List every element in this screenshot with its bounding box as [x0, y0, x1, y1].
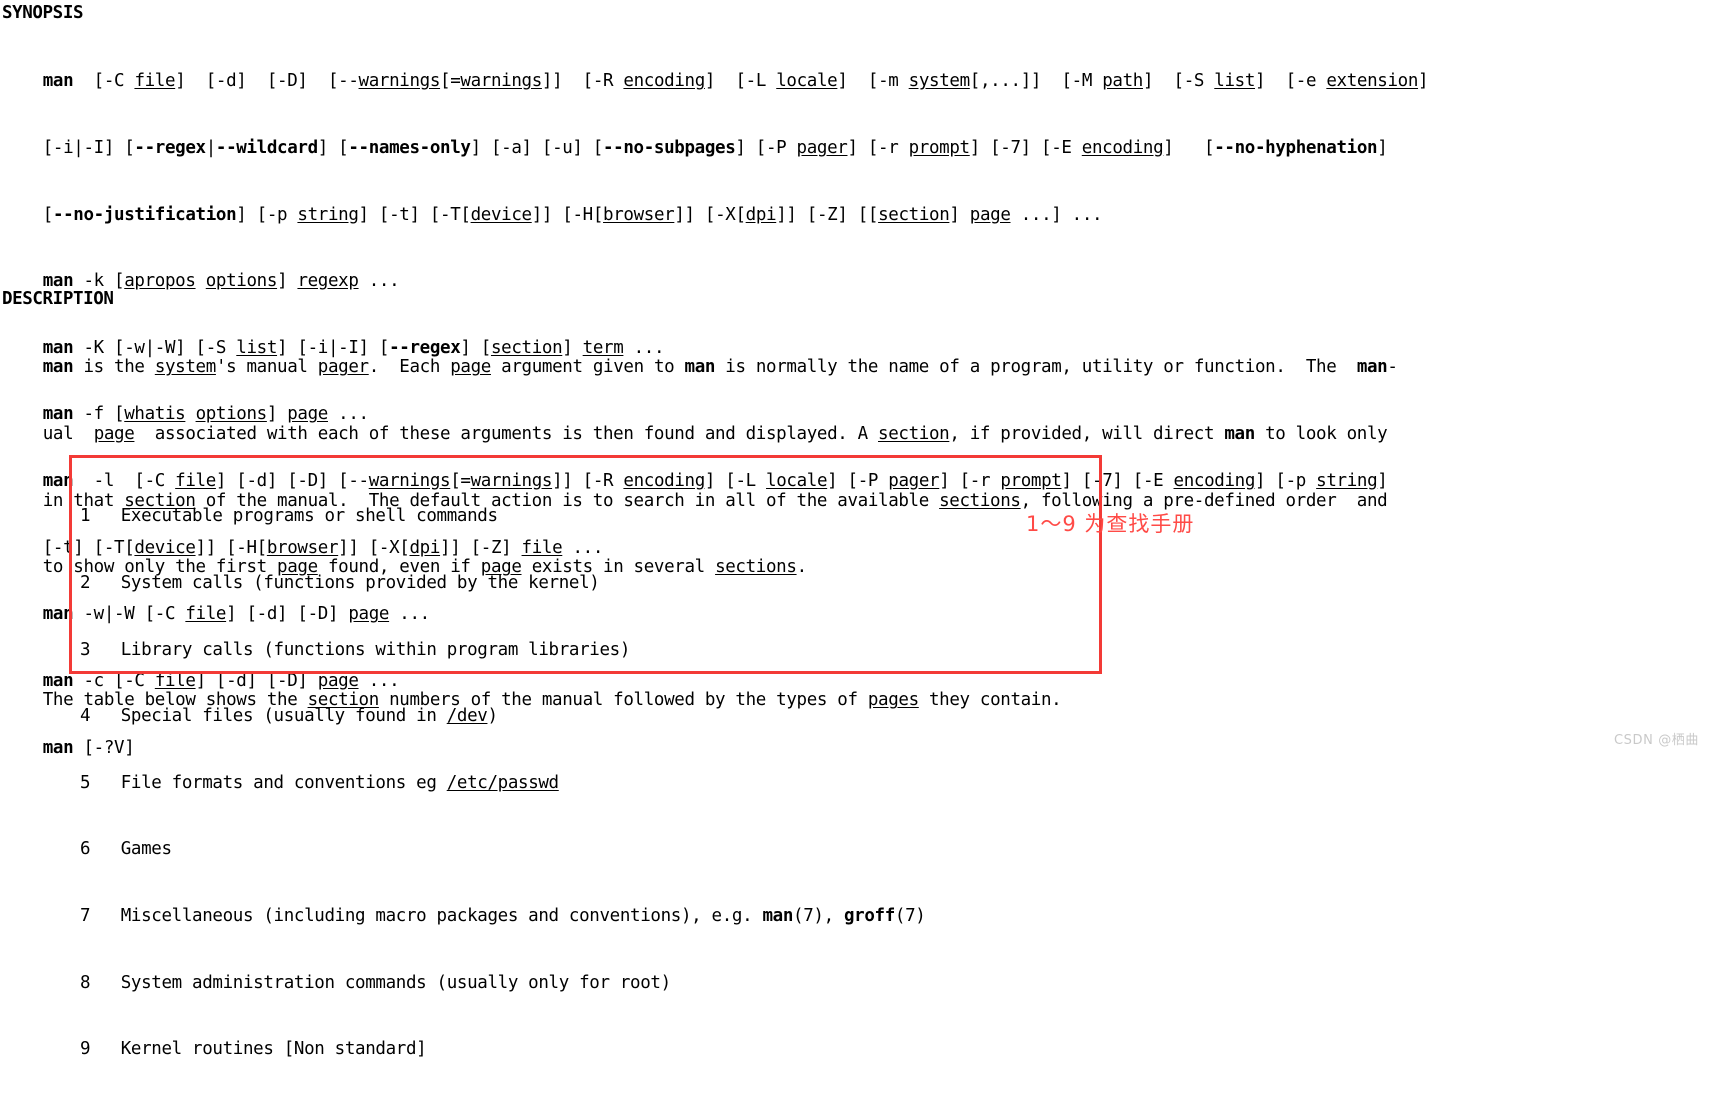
synopsis-line: [-i|-I] [--regex|--wildcard] [--names-on…	[2, 138, 1388, 159]
section-number: 5	[80, 772, 91, 793]
section-number: 6	[80, 839, 91, 860]
section-description: System calls (functions provided by the …	[120, 573, 600, 594]
table-row: 8 System administration commands (usuall…	[80, 972, 925, 994]
table-row: 9 Kernel routines [Non standard]	[80, 1038, 925, 1060]
man-page-document: SYNOPSIS man [-C file] [-d] [-D] [--warn…	[0, 0, 1711, 1059]
table-row: 2 System calls (functions provided by th…	[80, 572, 925, 594]
table-row: 4 Special files (usually found in /dev)	[80, 705, 925, 727]
section-description: Executable programs or shell commands	[120, 506, 498, 527]
section-description: System administration commands (usually …	[120, 972, 671, 993]
annotation-label: 1～9 为查找手册	[1026, 512, 1195, 536]
synopsis-heading: SYNOPSIS	[2, 3, 84, 23]
section-description: Special files (usually found in /dev)	[120, 706, 498, 727]
table-row: 7 Miscellaneous (including macro package…	[80, 905, 926, 927]
section-number: 1	[80, 506, 91, 527]
synopsis-line: man [-C file] [-d] [-D] [--warnings[=war…	[42, 71, 1429, 92]
synopsis-line: [--no-justification] [-p string] [-t] [-…	[2, 204, 1103, 225]
table-row: 1 Executable programs or shell commands	[80, 505, 925, 527]
table-row: 5 File formats and conventions eg /etc/p…	[80, 772, 925, 794]
section-description: Games	[120, 839, 172, 860]
synopsis-line: man -k [apropos options] regexp ...	[42, 271, 400, 292]
section-description: Library calls (functions within program …	[120, 639, 631, 660]
section-number: 8	[80, 972, 91, 993]
section-number: 9	[80, 1039, 91, 1060]
table-row: 6 Games	[80, 838, 925, 860]
section-number: 2	[80, 573, 91, 594]
section-description: File formats and conventions eg /etc/pas…	[120, 772, 559, 793]
section-number: 7	[80, 906, 91, 927]
description-line: man is the system's manual pager. Each p…	[42, 357, 1398, 378]
table-row: 3 Library calls (functions within progra…	[80, 639, 925, 661]
section-description: Miscellaneous (including macro packages …	[120, 906, 926, 927]
watermark: CSDN @栖曲	[1614, 733, 1699, 748]
section-number: 3	[80, 639, 91, 660]
section-description: Kernel routines [Non standard]	[120, 1039, 427, 1060]
section-number-table: 1 Executable programs or shell commands …	[80, 461, 926, 1105]
description-line: ual page associated with each of these a…	[2, 424, 1388, 445]
description-heading: DESCRIPTION	[2, 289, 114, 309]
section-number: 4	[80, 706, 91, 727]
